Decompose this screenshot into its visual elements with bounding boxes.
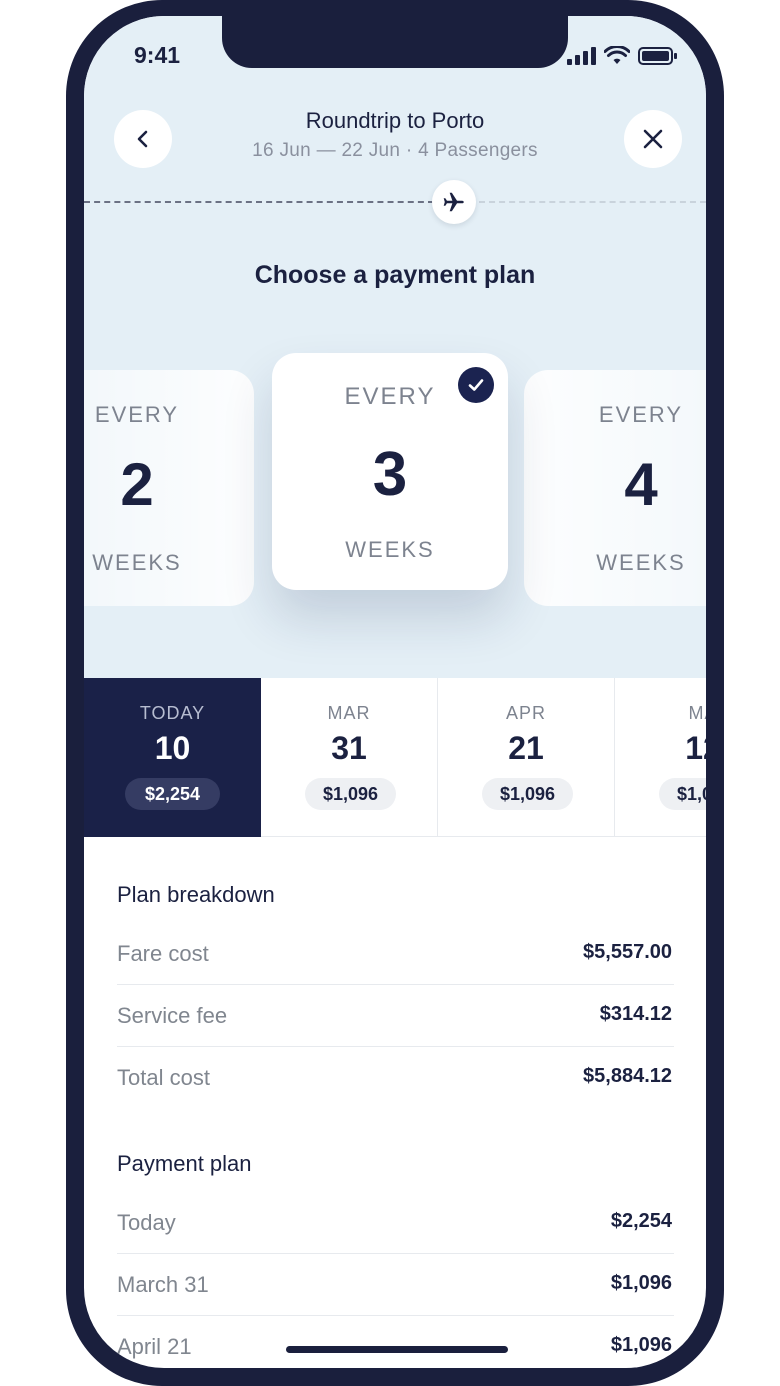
payment-date-mar-31[interactable]: MAR 31 $1,096 xyxy=(261,678,438,837)
airplane-icon xyxy=(443,192,464,212)
breakdown-row-fare: Fare cost $5,557.00 xyxy=(117,923,674,985)
plan-every-label: EVERY xyxy=(94,402,180,427)
payment-date-day: 12 xyxy=(685,730,706,766)
payment-date-day: 10 xyxy=(154,730,191,766)
plane-badge xyxy=(432,180,476,224)
breakdown-label: Total cost xyxy=(117,1065,210,1090)
payment-amount-pill: $1,096 xyxy=(659,778,706,810)
payment-plan-value: $1,096 xyxy=(610,1272,672,1294)
status-icons xyxy=(566,46,678,66)
payment-plan-label: Today xyxy=(117,1210,176,1235)
breakdown-value: $314.12 xyxy=(599,1003,672,1025)
route-line-traveled xyxy=(84,201,434,203)
check-icon xyxy=(468,379,484,391)
payment-plan-label: March 31 xyxy=(117,1272,209,1297)
payment-plan-row-april-21: April 21 $1,096 xyxy=(117,1316,674,1368)
breakdown-label: Fare cost xyxy=(117,941,209,966)
plan-week-count: 2 xyxy=(120,451,154,518)
breakdown-row-service-fee: Service fee $314.12 xyxy=(117,985,674,1047)
wifi-icon xyxy=(604,46,630,64)
payment-amount-pill: $2,254 xyxy=(125,778,220,810)
plan-unit-label: WEEKS xyxy=(92,550,182,575)
status-time: 9:41 xyxy=(134,42,181,68)
payment-plan-label: April 21 xyxy=(117,1334,192,1359)
plan-breakdown-heading: Plan breakdown xyxy=(117,882,275,907)
route-line-remaining xyxy=(479,201,706,203)
payment-date-month: APR xyxy=(505,703,546,723)
payment-amount-pill: $1,096 xyxy=(482,778,573,810)
payment-amount-pill: $1,096 xyxy=(305,778,396,810)
breakdown-label: Service fee xyxy=(117,1003,228,1028)
plan-option-2-weeks[interactable]: EVERY 2 WEEKS xyxy=(84,370,254,606)
signal-icon xyxy=(567,47,596,65)
payment-date-day: 31 xyxy=(331,730,367,766)
plan-unit-label: WEEKS xyxy=(345,537,435,562)
payment-date-day: 21 xyxy=(508,730,544,766)
app-screen: 9:41 Roundtrip to Porto 16 Jun — 22 Jun … xyxy=(84,16,706,1368)
plan-week-count: 4 xyxy=(624,451,658,518)
selected-badge xyxy=(458,367,494,403)
payment-plan-row-march-31: March 31 $1,096 xyxy=(117,1254,674,1316)
plan-unit-label: WEEKS xyxy=(596,550,686,575)
payment-date-today[interactable]: TODAY 10 $2,254 xyxy=(84,678,261,837)
device-notch xyxy=(222,16,568,68)
trip-title: Roundtrip to Porto xyxy=(305,108,485,133)
plan-option-4-weeks[interactable]: EVERY 4 WEEKS xyxy=(524,370,706,606)
payment-plan-row-today: Today $2,254 xyxy=(117,1192,674,1254)
payment-plan-value: $2,254 xyxy=(610,1210,672,1232)
section-title: Choose a payment plan xyxy=(254,261,536,289)
home-indicator[interactable] xyxy=(286,1346,508,1353)
breakdown-value: $5,884.12 xyxy=(583,1065,672,1087)
payment-date-may-12[interactable]: MA 12 $1,096 xyxy=(615,678,706,837)
payment-plan-value: $1,096 xyxy=(610,1334,672,1356)
payment-date-month: MAR xyxy=(327,703,371,723)
payment-plan-heading: Payment plan xyxy=(117,1151,252,1176)
breakdown-value: $5,557.00 xyxy=(583,941,672,963)
payment-date-month: TODAY xyxy=(139,703,206,723)
plan-every-label: EVERY xyxy=(598,402,684,427)
trip-subtitle: 16 Jun — 22 Jun · 4 Passengers xyxy=(252,140,538,161)
plan-option-3-weeks[interactable]: EVERY 3 WEEKS xyxy=(272,353,508,590)
battery-icon xyxy=(638,47,677,65)
plan-week-count: 3 xyxy=(372,440,408,509)
payment-date-apr-21[interactable]: APR 21 $1,096 xyxy=(438,678,615,837)
breakdown-row-total: Total cost $5,884.12 xyxy=(117,1047,674,1109)
payment-date-month: MA xyxy=(688,703,707,723)
payment-dates-row: TODAY 10 $2,254 MAR 31 $1,096 APR 21 $1,… xyxy=(84,678,706,837)
